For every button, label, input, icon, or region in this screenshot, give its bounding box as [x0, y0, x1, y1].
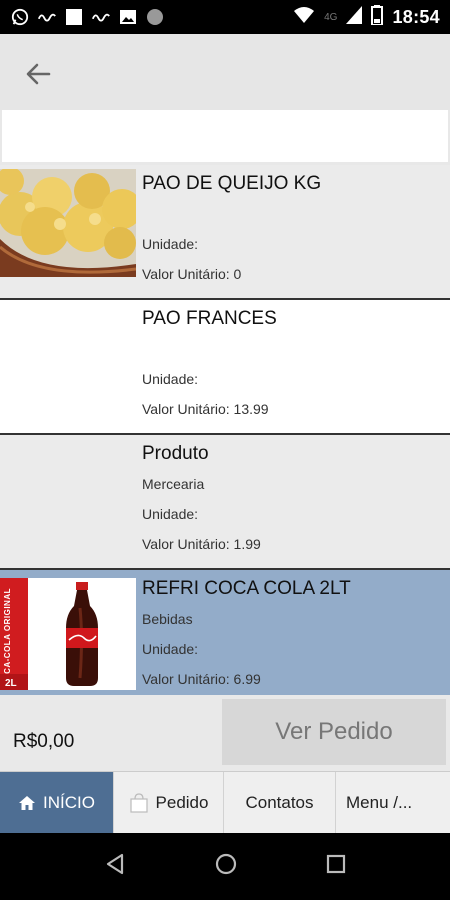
- product-row[interactable]: Produto Mercearia Unidade: Valor Unitári…: [0, 435, 450, 570]
- back-button[interactable]: [20, 56, 56, 92]
- tab-label: Pedido: [155, 793, 209, 812]
- battery-icon: [371, 4, 384, 30]
- product-unit: Unidade:: [142, 506, 199, 522]
- coca-cola-label-strip: COCA-COLA ORIGINAL 2L: [0, 578, 28, 690]
- product-unit: Unidade:: [142, 641, 199, 657]
- signal-icon: [346, 5, 363, 29]
- label-strip-text: COCA-COLA ORIGINAL: [3, 588, 12, 687]
- gallery-icon: [118, 7, 138, 27]
- bag-icon: [129, 793, 148, 813]
- product-name: PAO FRANCES: [142, 308, 277, 329]
- ifood-icon: [91, 7, 111, 27]
- home-icon: [19, 796, 36, 810]
- product-price: Valor Unitário: 6.99: [142, 671, 261, 687]
- product-price: Valor Unitário: 0: [142, 266, 242, 282]
- home-circle-icon[interactable]: [214, 852, 238, 881]
- product-row[interactable]: PAO FRANCES Unidade: Valor Unitário: 13.…: [0, 300, 450, 435]
- label-strip-size: 2L: [5, 678, 17, 689]
- product-row[interactable]: PAO DE QUEIJO KG Unidade: Valor Unitário…: [0, 165, 450, 300]
- product-price: Valor Unitário: 1.99: [142, 536, 261, 552]
- status-bar: 4G 18:54: [0, 0, 450, 34]
- square-icon: [64, 7, 84, 27]
- product-price: Valor Unitário: 13.99: [142, 401, 269, 417]
- order-total: R$0,00: [13, 731, 75, 752]
- circle-icon: [145, 7, 165, 27]
- wifi-icon: [293, 6, 315, 29]
- coca-cola-bottle-image: [28, 578, 136, 690]
- back-triangle-icon[interactable]: [104, 853, 126, 880]
- order-footer: R$0,00 Ver Pedido: [0, 695, 450, 771]
- tab-label: INÍCIO: [43, 793, 95, 812]
- product-name: REFRI COCA COLA 2LT: [142, 578, 351, 599]
- clock: 18:54: [392, 6, 440, 27]
- tab-label: Contatos: [245, 793, 314, 812]
- product-category: Bebidas: [142, 611, 193, 627]
- product-unit: Unidade:: [142, 371, 199, 387]
- whatsapp-icon: [10, 7, 30, 27]
- recents-square-icon[interactable]: [326, 854, 346, 879]
- view-order-button[interactable]: Ver Pedido: [222, 699, 446, 765]
- cheese-bread-image: [0, 167, 142, 277]
- tab-pedido[interactable]: Pedido: [114, 772, 224, 834]
- arrow-left-icon: [26, 63, 51, 85]
- tab-label: Menu /...: [346, 793, 413, 812]
- product-category: Mercearia: [142, 476, 205, 492]
- tab-menu[interactable]: Menu /...: [336, 772, 450, 834]
- product-list: PAO DE QUEIJO KG Unidade: Valor Unitário…: [0, 165, 450, 705]
- tab-contatos[interactable]: Contatos: [224, 772, 336, 834]
- product-row-selected[interactable]: COCA-COLA ORIGINAL 2L REFRI COCA COLA 2L…: [0, 570, 450, 705]
- system-navigation-bar: [0, 833, 450, 900]
- search-input[interactable]: [2, 110, 448, 162]
- product-name: PAO DE QUEIJO KG: [142, 173, 322, 194]
- network-type: 4G: [324, 11, 338, 23]
- ifood-icon: [37, 7, 57, 27]
- app-bar: [0, 34, 450, 110]
- bottom-navigation: INÍCIO Pedido Contatos Menu /...: [0, 771, 450, 834]
- product-name: Produto: [142, 443, 209, 464]
- product-unit: Unidade:: [142, 236, 199, 252]
- tab-inicio[interactable]: INÍCIO: [0, 772, 114, 834]
